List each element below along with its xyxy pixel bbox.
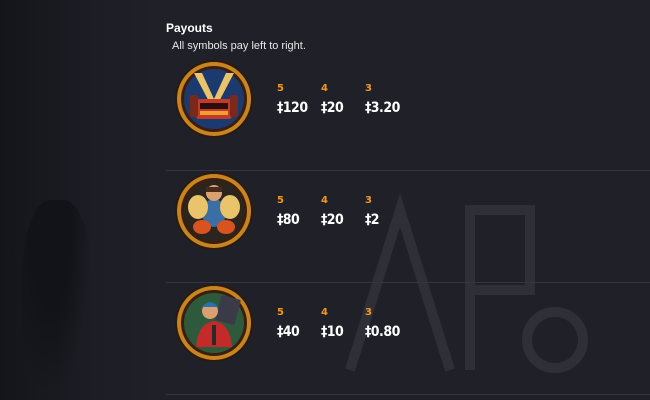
pay-3-of-kind: 3 ‡2 [365,195,409,228]
pay-value: ‡20 [321,100,344,116]
pay-count: 3 [365,195,372,206]
pay-count: 5 [277,307,284,318]
pay-value: ‡80 [277,212,300,228]
pay-count: 4 [321,195,328,206]
background-silhouette [22,200,92,400]
drummer-symbol-icon [174,171,254,251]
pay-count: 3 [365,83,372,94]
pay-value: ‡3.20 [365,100,400,116]
pay-value: ‡120 [277,100,308,116]
pay-count: 4 [321,307,328,318]
pay-4-of-kind: 4 ‡10 [321,307,365,340]
payout-row: 5 ‡40 4 ‡10 3 ‡0.80 [166,283,650,395]
pay-value: ‡0.80 [365,324,400,340]
pay-4-of-kind: 4 ‡20 [321,83,365,116]
pay-count: 5 [277,83,284,94]
pay-3-of-kind: 3 ‡0.80 [365,307,409,340]
payout-row: 5 ‡80 4 ‡20 3 ‡2 [166,171,650,283]
payouts-subtitle: All symbols pay left to right. [172,40,306,52]
pay-4-of-kind: 4 ‡20 [321,195,365,228]
pay-count: 5 [277,195,284,206]
row-divider [166,394,650,395]
pay-value: ‡10 [321,324,344,340]
payouts-panel: Payouts All symbols pay left to right. 5… [166,18,650,400]
roadie-symbol-icon [174,283,254,363]
pay-5-of-kind: 5 ‡80 [277,195,321,228]
pay-count: 3 [365,307,372,318]
pay-value: ‡2 [365,212,380,228]
pay-3-of-kind: 3 ‡3.20 [365,83,409,116]
pay-value: ‡40 [277,324,300,340]
pay-5-of-kind: 5 ‡40 [277,307,321,340]
pay-count: 4 [321,83,328,94]
payouts-title: Payouts [166,21,213,35]
pay-value: ‡20 [321,212,344,228]
payout-row: 5 ‡120 4 ‡20 3 ‡3.20 [166,59,650,171]
stage-speaker-symbol-icon [174,59,254,139]
pay-5-of-kind: 5 ‡120 [277,83,321,116]
